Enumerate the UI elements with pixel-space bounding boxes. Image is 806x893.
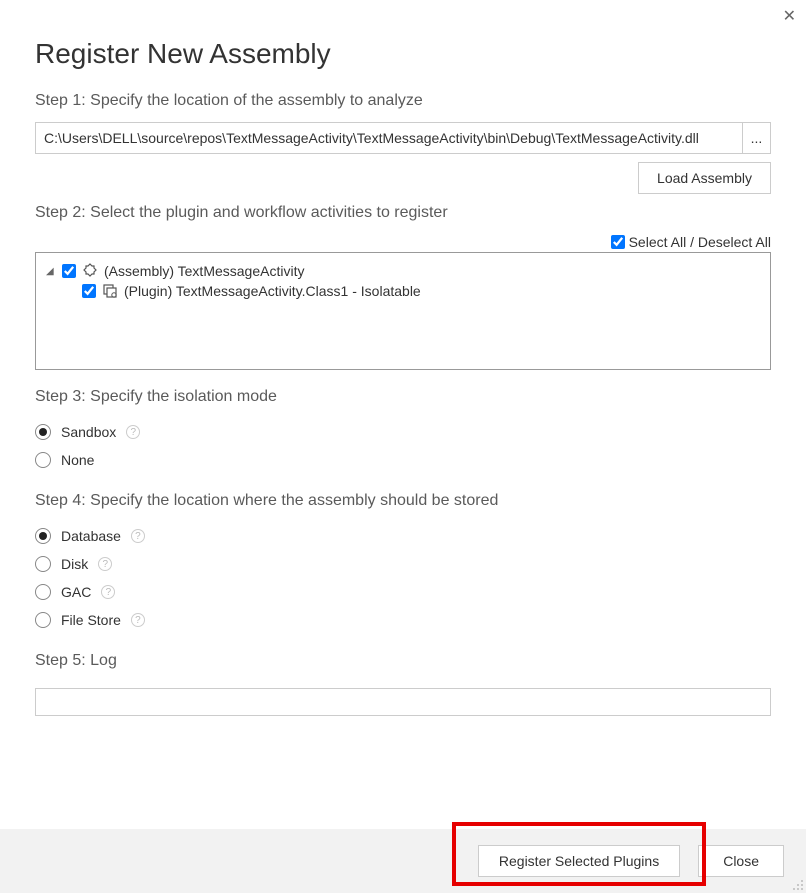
storage-option-gac[interactable]: GAC ? xyxy=(35,578,771,606)
help-icon[interactable]: ? xyxy=(131,529,145,543)
load-assembly-button[interactable]: Load Assembly xyxy=(638,162,771,194)
dialog-body: Register New Assembly Step 1: Specify th… xyxy=(0,0,806,716)
step2-label: Step 2: Select the plugin and workflow a… xyxy=(35,204,771,222)
radio-label: GAC xyxy=(61,584,91,600)
dialog-footer: Register Selected Plugins Close xyxy=(0,829,806,893)
tree-row-assembly[interactable]: ◢ (Assembly) TextMessageActivity xyxy=(46,261,760,281)
help-icon[interactable]: ? xyxy=(131,613,145,627)
step1-label: Step 1: Specify the location of the asse… xyxy=(35,92,771,110)
radio-database[interactable] xyxy=(35,528,51,544)
storage-option-database[interactable]: Database ? xyxy=(35,522,771,550)
load-row: Load Assembly xyxy=(35,162,771,194)
tree-collapse-icon[interactable]: ◢ xyxy=(46,266,56,277)
assembly-label: (Assembly) TextMessageActivity xyxy=(104,263,304,279)
step3-label: Step 3: Specify the isolation mode xyxy=(35,388,771,406)
radio-label: Disk xyxy=(61,556,88,572)
plugin-label: (Plugin) TextMessageActivity.Class1 - Is… xyxy=(124,283,421,299)
select-all-label: Select All / Deselect All xyxy=(629,234,771,250)
browse-button[interactable]: ... xyxy=(743,122,771,154)
assembly-path-input[interactable] xyxy=(35,122,743,154)
select-all-checkbox[interactable] xyxy=(611,235,625,249)
help-icon[interactable]: ? xyxy=(98,557,112,571)
assembly-icon xyxy=(82,263,98,279)
assembly-checkbox[interactable] xyxy=(62,264,76,278)
help-icon[interactable]: ? xyxy=(126,425,140,439)
radio-label: File Store xyxy=(61,612,121,628)
plugin-icon xyxy=(102,283,118,299)
radio-label: Sandbox xyxy=(61,424,116,440)
plugin-checkbox[interactable] xyxy=(82,284,96,298)
step5-label: Step 5: Log xyxy=(35,652,771,670)
radio-sandbox[interactable] xyxy=(35,424,51,440)
radio-filestore[interactable] xyxy=(35,612,51,628)
radio-disk[interactable] xyxy=(35,556,51,572)
help-icon[interactable]: ? xyxy=(101,585,115,599)
storage-radio-group: Database ? Disk ? GAC ? File Store ? xyxy=(35,522,771,634)
close-button[interactable]: Close xyxy=(698,845,784,877)
page-title: Register New Assembly xyxy=(35,38,771,70)
radio-none[interactable] xyxy=(35,452,51,468)
storage-option-filestore[interactable]: File Store ? xyxy=(35,606,771,634)
log-output[interactable] xyxy=(35,688,771,716)
radio-label: Database xyxy=(61,528,121,544)
tree-row-plugin[interactable]: (Plugin) TextMessageActivity.Class1 - Is… xyxy=(46,281,760,301)
isolation-option-sandbox[interactable]: Sandbox ? xyxy=(35,418,771,446)
plugin-tree: ◢ (Assembly) TextMessageActivity (Plugin… xyxy=(35,252,771,370)
storage-option-disk[interactable]: Disk ? xyxy=(35,550,771,578)
close-icon[interactable]: ✕ xyxy=(783,6,796,26)
resize-grip-icon[interactable] xyxy=(792,879,804,891)
select-all-row: Select All / Deselect All xyxy=(35,234,771,250)
radio-label: None xyxy=(61,452,94,468)
isolation-radio-group: Sandbox ? None xyxy=(35,418,771,474)
isolation-option-none[interactable]: None xyxy=(35,446,771,474)
step4-label: Step 4: Specify the location where the a… xyxy=(35,492,771,510)
assembly-path-row: ... xyxy=(35,122,771,154)
radio-gac[interactable] xyxy=(35,584,51,600)
register-selected-plugins-button[interactable]: Register Selected Plugins xyxy=(478,845,680,877)
